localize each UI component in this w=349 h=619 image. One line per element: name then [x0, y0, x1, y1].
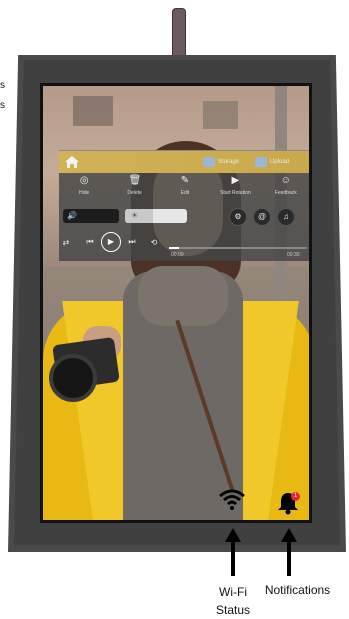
- at-button[interactable]: @: [253, 208, 271, 226]
- brightness-level: [125, 209, 153, 223]
- shuffle-icon[interactable]: ⇄: [59, 238, 73, 247]
- start-rotation-label: Start Rotation: [220, 190, 251, 196]
- start-rotation-button[interactable]: ▶ Start Rotation: [212, 175, 258, 205]
- delete-button[interactable]: 🗑 Delete: [112, 175, 158, 205]
- notifications-arrow-shaft: [287, 540, 291, 576]
- music-button[interactable]: ♫: [277, 208, 295, 226]
- storage-icon: [203, 157, 215, 167]
- home-icon[interactable]: [63, 154, 81, 170]
- cropped-text-2: s: [0, 100, 5, 111]
- photo-window: [73, 96, 113, 126]
- cropped-text-1: s: [0, 80, 5, 91]
- delete-label: Delete: [127, 190, 142, 196]
- storage-label: Storage: [218, 159, 240, 165]
- progress-fill: [169, 247, 179, 249]
- smiley-icon: ☺: [280, 175, 291, 186]
- time-elapsed: 00:00: [171, 252, 184, 258]
- wifi-icon[interactable]: [219, 488, 245, 510]
- play-circle-icon: ▶: [231, 175, 240, 186]
- notifications-caption: Notifications: [264, 583, 331, 597]
- edit-button[interactable]: ✎ Edit: [162, 175, 208, 205]
- edit-icon: ✎: [180, 175, 190, 186]
- storage-button[interactable]: Storage: [203, 154, 239, 170]
- photo-camera-lens: [49, 354, 97, 402]
- trash-icon: 🗑: [128, 175, 142, 186]
- notification-badge: 1: [291, 492, 300, 501]
- time-total: 00:30: [287, 252, 300, 258]
- brightness-icon: ☀: [131, 211, 139, 220]
- upload-button[interactable]: Upload: [255, 154, 289, 170]
- gear-icon: ⚙: [234, 212, 242, 221]
- hide-label: Hide: [79, 190, 90, 196]
- feedback-label: Feedback: [274, 190, 297, 196]
- display-screen: Storage Upload ◎ Hide 🗑 Delete ✎ Edit ▶ …: [40, 83, 312, 523]
- wifi-arrow-shaft: [231, 540, 235, 576]
- edit-label: Edit: [180, 190, 190, 196]
- hide-button[interactable]: ◎ Hide: [61, 175, 107, 205]
- previous-icon[interactable]: ⏮: [83, 237, 97, 247]
- wifi-caption-line2: Status: [215, 603, 251, 617]
- music-note-icon: ♫: [283, 212, 289, 221]
- playback-controls: ⇄ ⏮ ▶ ⏭ ⟲: [59, 231, 309, 253]
- play-button[interactable]: ▶: [101, 232, 121, 252]
- at-icon: @: [257, 212, 267, 221]
- upload-label: Upload: [270, 159, 290, 165]
- repeat-icon[interactable]: ⟲: [147, 238, 161, 247]
- volume-icon: 🔊: [67, 211, 77, 220]
- feedback-button[interactable]: ☺ Feedback: [263, 175, 309, 205]
- settings-button[interactable]: ⚙: [229, 208, 247, 226]
- control-panel: Storage Upload ◎ Hide 🗑 Delete ✎ Edit ▶ …: [59, 150, 309, 261]
- progress-track[interactable]: [169, 247, 307, 249]
- toolbar: ◎ Hide 🗑 Delete ✎ Edit ▶ Start Rotation …: [59, 175, 309, 205]
- eye-off-icon: ◎: [79, 175, 89, 186]
- cloud-upload-icon: [255, 157, 267, 167]
- photo-collar: [138, 266, 228, 326]
- photo-window: [203, 101, 238, 129]
- next-icon[interactable]: ⏭: [125, 237, 139, 247]
